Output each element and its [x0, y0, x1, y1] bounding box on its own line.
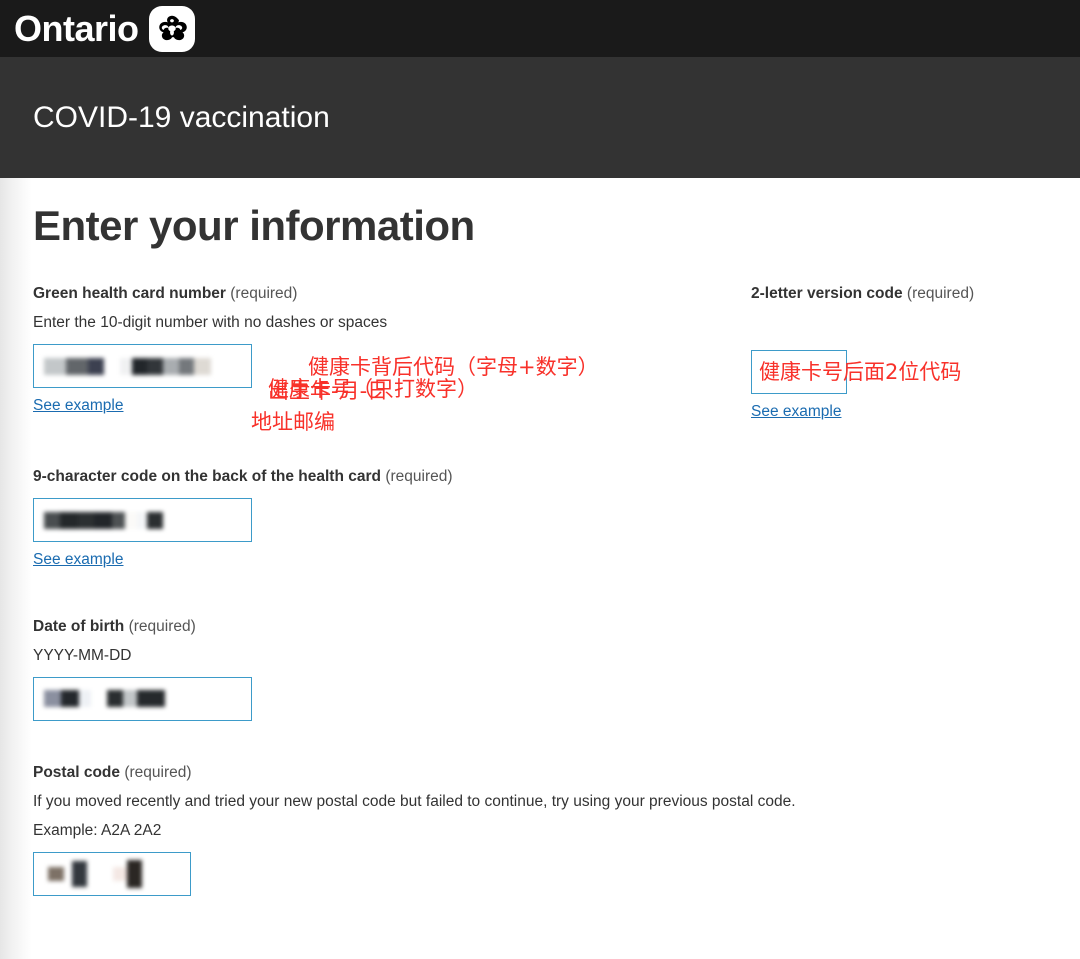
information-form: Green health card number (required) Ente… — [33, 284, 1080, 896]
postal-code-label: Postal code (required) — [33, 763, 1080, 784]
ontario-brand-bar: Ontario — [0, 0, 1080, 57]
page-title: Enter your information — [33, 202, 475, 249]
date-of-birth-required-text: (required) — [128, 618, 196, 636]
app-title-band: COVID-19 vaccination — [0, 57, 1080, 178]
field-group-date-of-birth: Date of birth (required) YYYY-MM-DD 出生年-… — [33, 381, 1080, 721]
app-title: COVID-19 vaccination — [33, 101, 330, 134]
date-of-birth-input[interactable] — [33, 676, 252, 721]
postal-code-annotation: 地址邮编 — [251, 410, 335, 435]
date-of-birth-redacted-value — [44, 678, 247, 720]
postal-code-label-text: Postal code — [33, 763, 120, 781]
health-card-required-text: (required) — [230, 285, 298, 303]
date-of-birth-annotation: 出生年-月-日 — [268, 379, 389, 404]
postal-code-hint: If you moved recently and tried your new… — [33, 792, 796, 810]
back-code-annotation: 健康卡背后代码（字母+数字） — [308, 355, 599, 380]
version-code-label: 2-letter version code (required) — [751, 284, 1080, 305]
postal-code-required-text: (required) — [124, 763, 192, 781]
field-group-version-code: 2-letter version code (required) See exa… — [751, 284, 1080, 421]
back-code-required-text: (required) — [385, 468, 453, 486]
health-card-redacted-value — [44, 345, 247, 387]
version-code-required-text: (required) — [906, 285, 975, 303]
field-group-postal-code: Postal code (required) If you moved rece… — [33, 412, 1080, 896]
back-code-redacted-value — [44, 499, 247, 541]
back-code-input[interactable] — [33, 498, 252, 543]
back-code-label: 9-character code on the back of the heal… — [33, 467, 1080, 488]
ontario-wordmark: Ontario — [14, 7, 139, 49]
ontario-trillium-logo-icon — [148, 5, 195, 52]
postal-code-example: Example: A2A 2A2 — [33, 821, 162, 839]
date-of-birth-label: Date of birth (required) — [33, 617, 1080, 638]
health-card-label-text: Green health card number — [33, 285, 226, 303]
date-of-birth-hint: YYYY-MM-DD — [33, 646, 132, 664]
version-code-see-example-link[interactable]: See example — [751, 403, 841, 421]
version-code-annotation: 健康卡号后面2位代码 — [759, 360, 962, 385]
health-card-see-example-link[interactable]: See example — [33, 397, 123, 415]
back-code-see-example-link[interactable]: See example — [33, 551, 123, 569]
date-of-birth-label-text: Date of birth — [33, 618, 125, 636]
main-content: Enter your information Green health card… — [0, 202, 1080, 896]
postal-code-input[interactable] — [33, 851, 191, 896]
postal-code-redacted-value — [48, 853, 186, 895]
version-code-label-text: 2-letter version code — [751, 285, 903, 303]
health-card-input[interactable] — [33, 344, 252, 389]
field-group-back-code: 9-character code on the back of the heal… — [33, 357, 1080, 569]
back-code-label-text: 9-character code on the back of the heal… — [33, 468, 381, 486]
